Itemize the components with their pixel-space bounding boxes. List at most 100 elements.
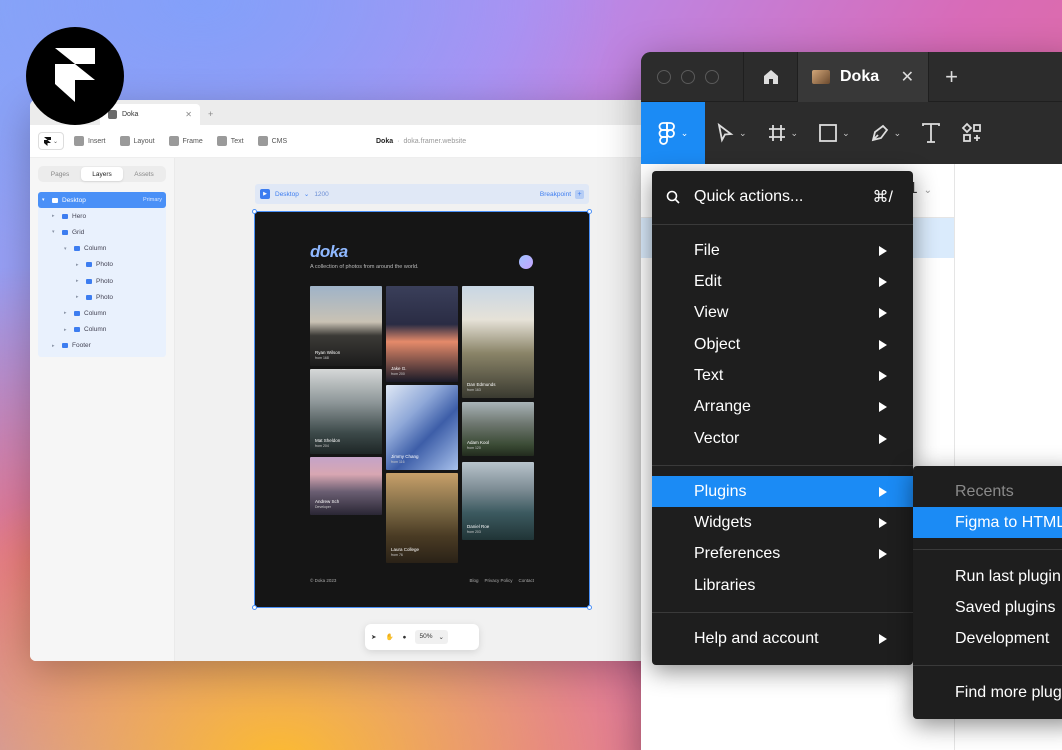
minimize-window-button[interactable] (681, 69, 695, 84)
play-icon[interactable]: ▶ (260, 189, 270, 199)
home-button[interactable] (744, 52, 798, 102)
close-icon[interactable]: ✕ (185, 110, 192, 119)
close-window-button[interactable] (657, 69, 671, 84)
breakpoint-name[interactable]: Desktop (275, 191, 299, 198)
photo-card[interactable]: Dan Edmunds from 163 (462, 286, 534, 398)
close-icon[interactable]: ✕ (901, 67, 914, 87)
photo-card[interactable]: Mat Sheldon from 204 (310, 369, 382, 454)
comment-icon[interactable]: ● (403, 634, 407, 641)
project-title[interactable]: Doka · doka.framer.website (376, 125, 466, 158)
add-breakpoint-label[interactable]: Breakpoint (540, 191, 571, 198)
footer-link[interactable]: Blog (469, 578, 478, 583)
menu-item-libraries[interactable]: Libraries (652, 570, 913, 601)
hand-icon[interactable]: ✋ (385, 633, 393, 641)
footer-link[interactable]: Privacy Policy (484, 578, 512, 583)
layer-photo[interactable]: ▸ Photo (38, 289, 166, 305)
menu-item-vector[interactable]: Vector (652, 423, 913, 454)
new-tab-button[interactable]: + (928, 52, 974, 102)
menu-item-edit[interactable]: Edit (652, 266, 913, 297)
menu-item-help[interactable]: Help and account (652, 623, 913, 654)
cms-button[interactable]: CMS (257, 136, 287, 146)
text-button[interactable]: Text (216, 136, 244, 146)
quick-actions-item[interactable]: Quick actions... ⌘/ (652, 181, 913, 213)
photo-card[interactable]: Daniel Roe from 203 (462, 462, 534, 540)
site-footer: © Doka 2023 Blog Privacy Policy Contact (310, 578, 534, 583)
framer-canvas[interactable]: ▶ Desktop ⌄ 1200 Breakpoint + doka A col… (175, 158, 670, 661)
menu-item-widgets[interactable]: Widgets (652, 507, 913, 538)
text-tool[interactable] (911, 102, 951, 164)
submenu-arrow-icon (879, 548, 887, 559)
insert-label: Insert (88, 137, 106, 145)
plus-icon[interactable]: + (208, 109, 213, 125)
caret-right-icon[interactable]: ▸ (76, 278, 82, 284)
submenu-item-development[interactable]: Development (913, 623, 1062, 654)
resize-handle[interactable] (587, 209, 592, 214)
caret-down-icon[interactable]: ▾ (64, 246, 70, 252)
chevron-down-icon: ⌄ (842, 127, 850, 138)
resources-tool[interactable] (951, 102, 993, 164)
site-preview-frame[interactable]: doka A collection of photos from around … (252, 209, 592, 610)
layer-column[interactable]: ▸ Column (38, 322, 166, 338)
menu-item-text[interactable]: Text (652, 360, 913, 391)
caret-down-icon[interactable]: ▾ (42, 197, 48, 203)
caret-right-icon[interactable]: ▸ (64, 310, 70, 316)
resize-handle[interactable] (587, 605, 592, 610)
main-menu-button[interactable]: ⌄ (641, 102, 705, 164)
photo-card[interactable]: Jimmy Chang from 116 (386, 385, 458, 470)
layer-label: Column (84, 245, 107, 253)
framer-tab[interactable]: Doka ✕ (100, 104, 200, 125)
layer-grid[interactable]: ▾ Grid (38, 224, 166, 240)
menu-item-preferences[interactable]: Preferences (652, 538, 913, 569)
zoom-control[interactable]: 50% ⌄ (415, 630, 448, 644)
caret-down-icon[interactable]: ▾ (52, 229, 58, 235)
layer-column[interactable]: ▾ Column (38, 241, 166, 257)
photo-caption: Dan Edmunds (467, 382, 496, 387)
tab-layers[interactable]: Layers (81, 167, 123, 181)
insert-button[interactable]: Insert (74, 136, 106, 146)
tab-pages[interactable]: Pages (39, 167, 81, 181)
menu-item-file[interactable]: File (652, 235, 913, 266)
figma-file-tab[interactable]: Doka ✕ (798, 52, 928, 102)
submenu-item-find-more[interactable]: Find more plugins (913, 677, 1062, 708)
menu-divider (652, 465, 913, 466)
resize-handle[interactable] (252, 209, 257, 214)
layer-photo[interactable]: ▸ Photo (38, 273, 166, 289)
layer-column[interactable]: ▸ Column (38, 305, 166, 321)
layer-hero[interactable]: ▸ Hero (38, 208, 166, 224)
layer-photo[interactable]: ▸ Photo (38, 257, 166, 273)
photo-card[interactable]: Jake G. from 200 (386, 286, 458, 382)
footer-link[interactable]: Contact (518, 578, 534, 583)
layer-footer[interactable]: ▸ Footer (38, 338, 166, 354)
maximize-window-button[interactable] (705, 69, 719, 84)
submenu-item-saved[interactable]: Saved plugins (913, 592, 1062, 623)
layout-button[interactable]: Layout (119, 136, 155, 146)
cursor-icon (717, 123, 734, 143)
caret-right-icon[interactable]: ▸ (52, 343, 58, 349)
menu-item-arrange[interactable]: Arrange (652, 391, 913, 422)
framer-menu-button[interactable]: ⌄ (38, 132, 64, 150)
photo-card[interactable]: Ryan Wilson from 168 (310, 286, 382, 366)
resize-handle[interactable] (252, 605, 257, 610)
photo-card[interactable]: Adam Kool from 120 (462, 402, 534, 456)
menu-item-view[interactable]: View (652, 297, 913, 328)
submenu-item-run-last[interactable]: Run last plugin (913, 561, 1062, 592)
menu-item-object[interactable]: Object (652, 329, 913, 360)
photo-card[interactable]: Laura College from 76 (386, 473, 458, 563)
caret-right-icon[interactable]: ▸ (76, 262, 82, 268)
plus-icon[interactable]: + (575, 189, 584, 199)
caret-right-icon[interactable]: ▸ (76, 294, 82, 300)
pen-tool[interactable]: ⌄ (860, 102, 912, 164)
submenu-item-figma-to-html[interactable]: Figma to HTML (913, 507, 1062, 538)
cursor-icon[interactable]: ➤ (371, 633, 376, 641)
shape-tool[interactable]: ⌄ (808, 102, 860, 164)
layer-desktop[interactable]: ▾ Desktop Primary (38, 192, 166, 209)
breakpoint-width[interactable]: 1200 (314, 191, 328, 198)
move-tool[interactable]: ⌄ (705, 102, 757, 164)
frame-button[interactable]: Frame (168, 136, 203, 146)
tab-assets[interactable]: Assets (123, 167, 165, 181)
frame-tool[interactable]: ⌄ (757, 102, 809, 164)
photo-card[interactable]: Andrew Sch Developer (310, 457, 382, 515)
menu-item-plugins[interactable]: Plugins (652, 476, 913, 507)
caret-right-icon[interactable]: ▸ (64, 327, 70, 333)
caret-right-icon[interactable]: ▸ (52, 213, 58, 219)
